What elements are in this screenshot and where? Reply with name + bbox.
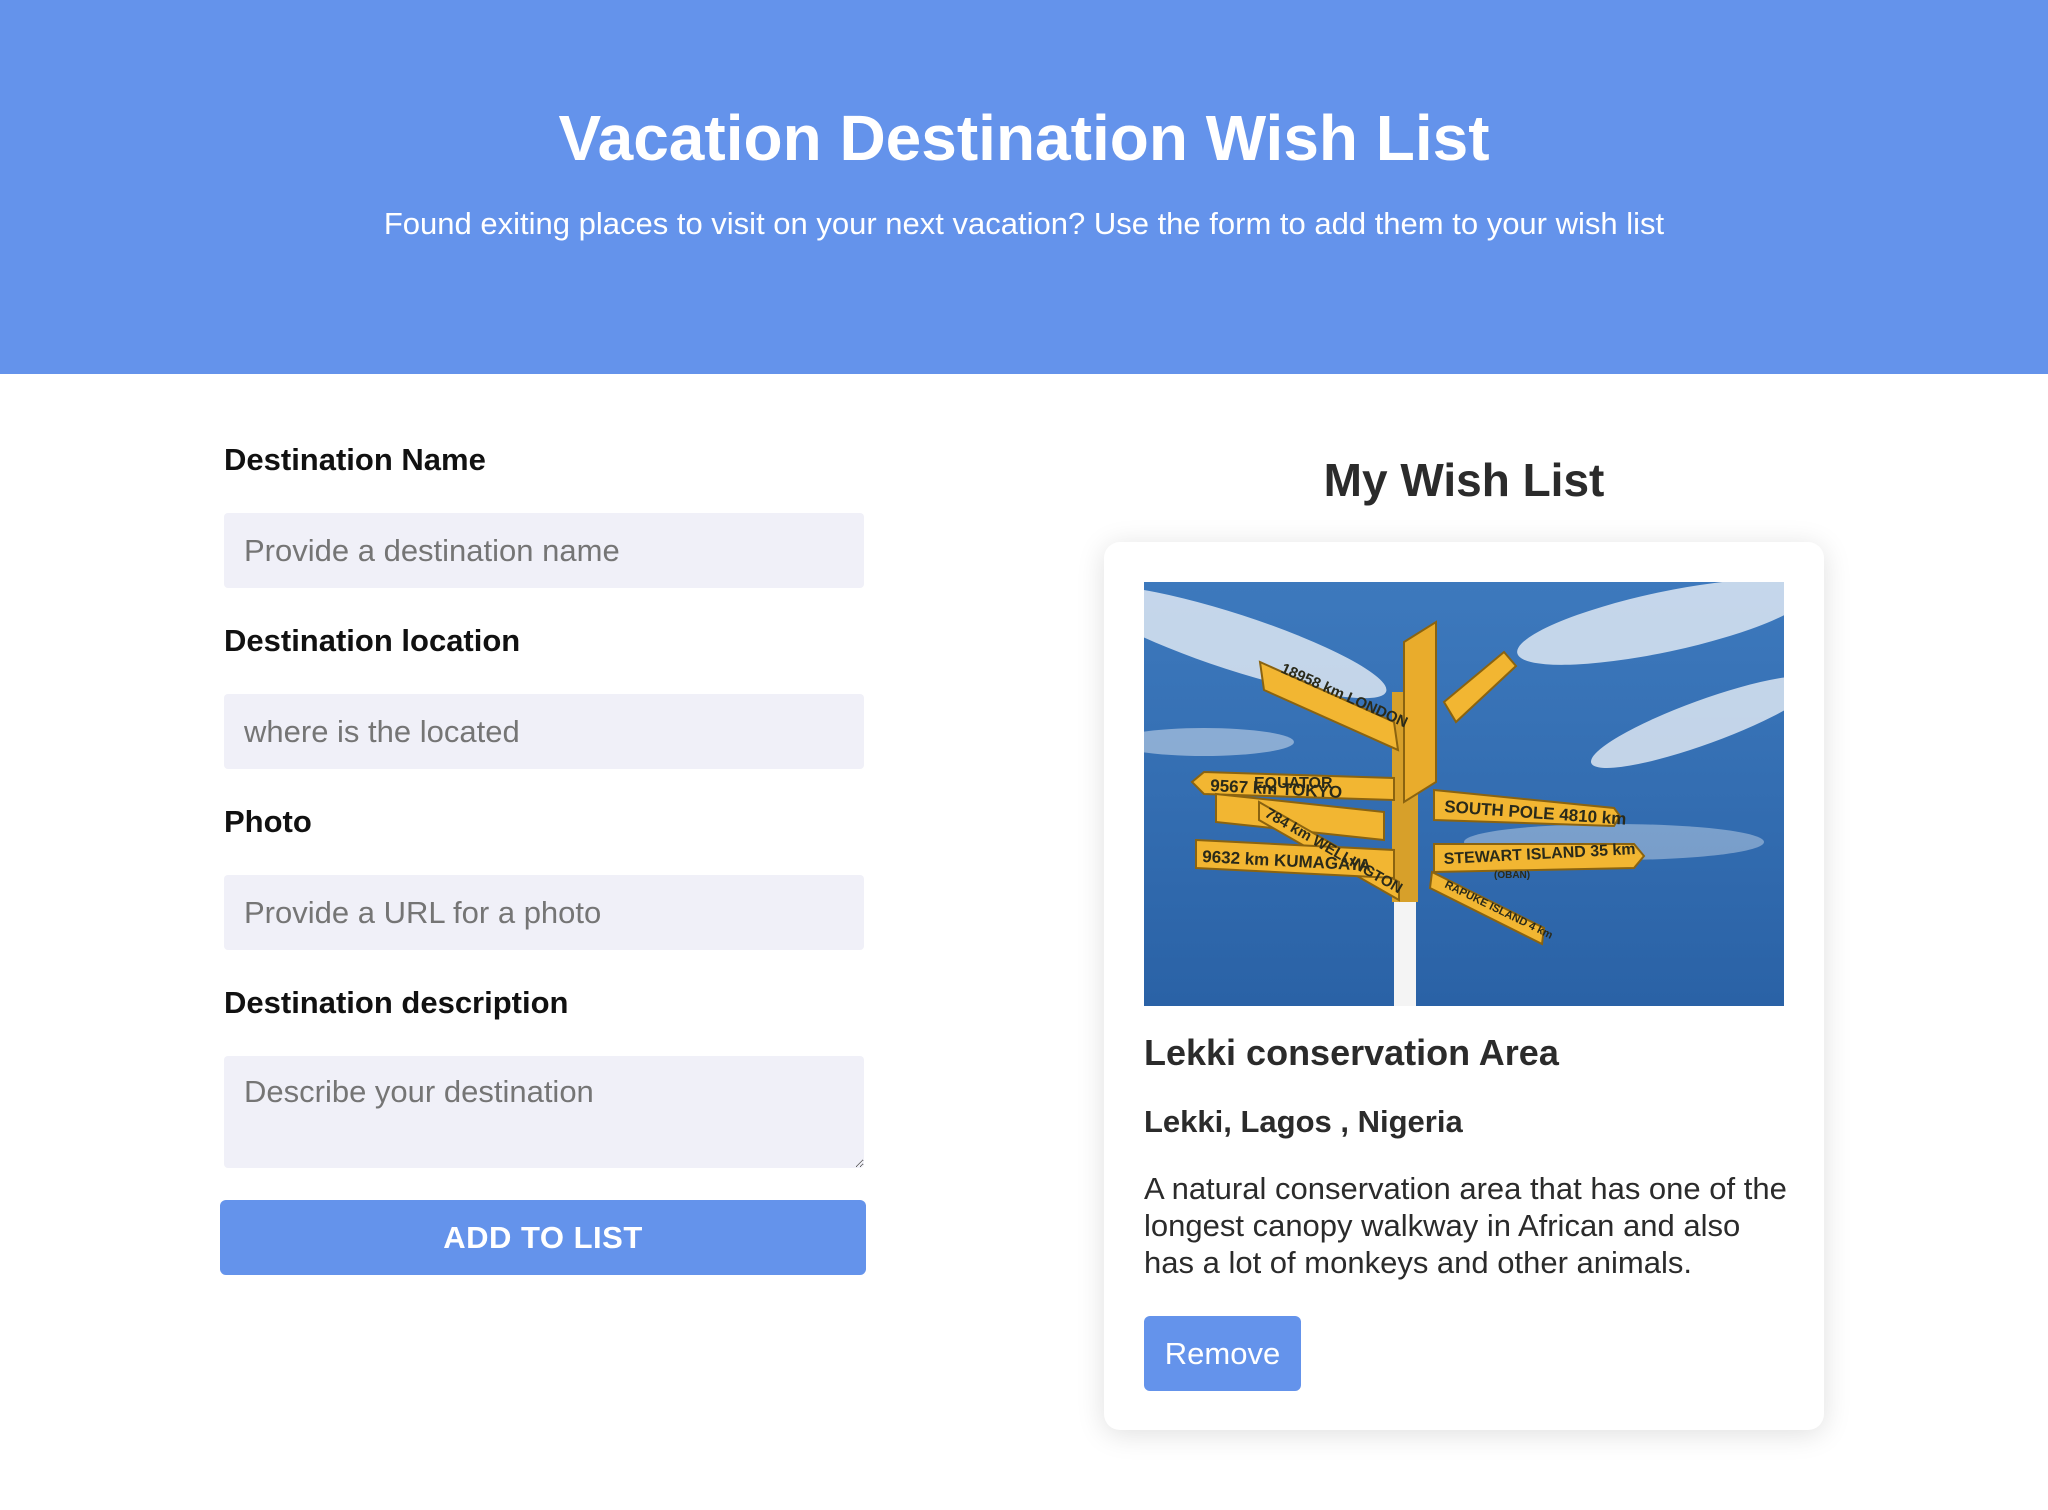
destination-description-textarea[interactable] (224, 1056, 864, 1168)
destination-location-label: Destination location (224, 623, 521, 658)
add-destination-form: Destination Name Destination location Ph… (220, 440, 869, 1275)
destination-location: Lekki, Lagos , Nigeria (1144, 1104, 1463, 1139)
remove-button[interactable]: Remove (1144, 1316, 1301, 1391)
wish-list-title: My Wish List (1323, 454, 1605, 506)
destination-description-label: Destination description (224, 985, 569, 1020)
destination-photo: 18958 km LONDON EQUATOR 9567 km TOKYO 78… (1144, 582, 1784, 1006)
page-header: Vacation Destination Wish List Found exi… (0, 0, 2048, 374)
destination-description: A natural conservation area that has one… (1144, 1171, 1787, 1280)
page-subtitle: Found exiting places to visit on your ne… (383, 206, 1665, 241)
destination-name-label: Destination Name (224, 442, 486, 477)
signpost-photo: 18958 km LONDON EQUATOR 9567 km TOKYO 78… (1144, 582, 1784, 1006)
destination-name: Lekki conservation Area (1144, 1032, 1559, 1073)
destination-name-input[interactable] (224, 513, 864, 588)
add-to-list-button[interactable]: ADD TO LIST (220, 1200, 866, 1275)
photo-label: Photo (224, 804, 312, 839)
destination-location-input[interactable] (224, 694, 864, 769)
sign-oban: (OBAN) (1494, 870, 1530, 881)
photo-url-input[interactable] (224, 875, 864, 950)
page-title: Vacation Destination Wish List (558, 102, 1490, 174)
wish-list-card: 18958 km LONDON EQUATOR 9567 km TOKYO 78… (1104, 542, 1824, 1430)
